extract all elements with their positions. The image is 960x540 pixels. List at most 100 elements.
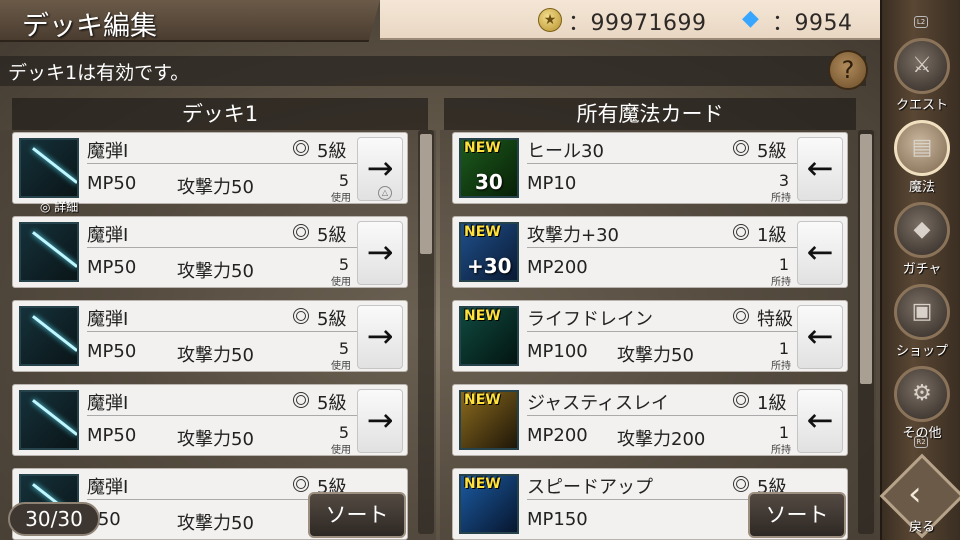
deck-card[interactable]: 魔弾Ⅰ 5級 MP50 攻撃力50 5 使用 → (12, 300, 408, 372)
card-name: ヒール30 (527, 141, 604, 162)
book-icon: ▤ (894, 120, 950, 176)
deck-card[interactable]: 魔弾Ⅰ 5級 MP50 攻撃力50 5 使用 → (12, 216, 408, 288)
add-card-button[interactable]: ← (797, 221, 843, 285)
help-button[interactable]: ? (828, 50, 868, 90)
card-count-label: 所持 (771, 277, 791, 288)
card-count-label: 所持 (771, 361, 791, 372)
rank-icon (293, 224, 309, 240)
card-count-label: 所持 (771, 193, 791, 204)
owned-card[interactable]: +30 NEW 攻撃力+30 1級 MP200 1 所持 ← (452, 216, 848, 288)
owned-sort-button[interactable]: ソート (748, 492, 846, 538)
owned-scrollbar[interactable] (858, 130, 874, 534)
rank-icon (733, 140, 749, 156)
owned-card[interactable]: NEW ジャスティスレイ 1級 MP200 攻撃力200 1 所持 ← (452, 384, 848, 456)
sidebar-item-magic[interactable]: ▤ 魔法 (888, 120, 956, 200)
card-name: 魔弾Ⅰ (87, 225, 129, 246)
deck-panel-header: デッキ1 (12, 98, 428, 130)
rank-icon (733, 476, 749, 492)
back-label: 戻る (908, 520, 935, 535)
card-name: 魔弾Ⅰ (87, 393, 129, 414)
card-mp: MP150 (527, 509, 588, 530)
speed-up-clock-icon: NEW (459, 474, 519, 534)
chest-icon: ▣ (894, 284, 950, 340)
card-count: 3 (778, 171, 789, 190)
life-drain-icon: NEW (459, 306, 519, 366)
owned-card[interactable]: 30 NEW ヒール30 5級 MP10 3 所持 ← (452, 132, 848, 204)
rank-icon (293, 308, 309, 324)
card-count: 1 (778, 255, 789, 274)
new-badge: NEW (464, 308, 501, 324)
remove-card-button[interactable]: → (357, 221, 403, 285)
card-name: ライフドレイン (527, 309, 653, 330)
card-count: 1 (778, 423, 789, 442)
sidebar-item-other[interactable]: ⚙ その他 (888, 366, 956, 446)
card-attack: 攻撃力50 (177, 177, 254, 198)
remove-card-button[interactable]: → (357, 305, 403, 369)
card-name: 魔弾Ⅰ (87, 477, 129, 498)
status-message: デッキ1は有効です。 (8, 62, 190, 84)
rank-icon (733, 308, 749, 324)
card-mp: MP200 (527, 425, 588, 446)
deck-scroll-thumb[interactable] (420, 134, 432, 254)
card-count: 1 (778, 339, 789, 358)
add-card-button[interactable]: ← (797, 305, 843, 369)
coin-icon: ★ (538, 8, 562, 32)
r2-button-icon: R2 (914, 436, 928, 448)
card-count-label: 所持 (771, 445, 791, 456)
detail-hint: ◎ 詳細 (40, 200, 79, 214)
magic-bullet-icon (19, 306, 79, 366)
card-rank: 5級 (757, 141, 787, 162)
card-count-label: 使用 (331, 277, 351, 288)
card-name: 攻撃力+30 (527, 225, 619, 246)
card-attack: 攻撃力50 (177, 513, 254, 534)
currency-bar: ★ ：99971699 ◆ ：9954 (380, 0, 880, 40)
card-count-label: 使用 (331, 193, 351, 204)
sword-icon: ⚔ (894, 38, 950, 94)
deck-card[interactable]: 魔弾Ⅰ 5級 MP50 攻撃力50 5 使用 → (12, 132, 408, 204)
card-attack: 攻撃力200 (617, 429, 706, 450)
card-rank: 5級 (317, 141, 347, 162)
l2-button-icon: L2 (914, 16, 928, 28)
card-attack: 攻撃力50 (617, 345, 694, 366)
rank-icon (733, 224, 749, 240)
add-card-button[interactable]: ← (797, 137, 843, 201)
gem-amount: ：9954 (772, 11, 853, 36)
card-rank: 5級 (317, 393, 347, 414)
sidebar-item-label: クエスト (895, 98, 948, 113)
crystal-icon: ◆ (894, 202, 950, 258)
deck-panel: 魔弾Ⅰ 5級 MP50 攻撃力50 5 使用 → 魔弾Ⅰ 5級 MP50 攻撃力… (0, 130, 436, 540)
magic-bullet-icon (19, 222, 79, 282)
new-badge: NEW (464, 224, 501, 240)
heal-icon: 30 NEW (459, 138, 519, 198)
card-count: 5 (338, 423, 349, 442)
rank-icon (293, 392, 309, 408)
attack-up-icon: +30 NEW (459, 222, 519, 282)
deck-count: 30/30 (8, 502, 100, 536)
remove-card-button[interactable]: → (357, 389, 403, 453)
card-name: ジャスティスレイ (527, 393, 670, 414)
sidebar-item-gacha[interactable]: ◆ ガチャ (888, 202, 956, 282)
card-attack: 攻撃力50 (177, 261, 254, 282)
owned-panel: 30 NEW ヒール30 5級 MP10 3 所持 ← +30 NEW 攻撃力+… (440, 130, 876, 540)
justice-ray-icon: NEW (459, 390, 519, 450)
card-mp: MP50 (87, 173, 137, 194)
new-badge: NEW (464, 476, 501, 492)
sidebar-item-quest[interactable]: ⚔ クエスト (888, 38, 956, 118)
deck-card[interactable]: 魔弾Ⅰ 5級 MP50 攻撃力50 5 使用 → (12, 384, 408, 456)
gear-icon: ⚙ (894, 366, 950, 422)
card-mp: MP50 (87, 257, 137, 278)
triangle-button-icon: △ (378, 186, 392, 200)
add-card-button[interactable]: ← (797, 389, 843, 453)
owned-panel-header: 所有魔法カード (444, 98, 856, 130)
deck-sort-button[interactable]: ソート (308, 492, 406, 538)
card-count: 5 (338, 339, 349, 358)
card-mp: MP50 (87, 341, 137, 362)
new-badge: NEW (464, 392, 501, 408)
deck-scrollbar[interactable] (418, 130, 434, 534)
card-count-label: 使用 (331, 445, 351, 456)
owned-card[interactable]: NEW ライフドレイン 特級 MP100 攻撃力50 1 所持 ← (452, 300, 848, 372)
card-name: スピードアップ (527, 477, 653, 498)
card-name: 魔弾Ⅰ (87, 141, 129, 162)
sidebar-item-shop[interactable]: ▣ ショップ (888, 284, 956, 364)
owned-scroll-thumb[interactable] (860, 134, 872, 384)
